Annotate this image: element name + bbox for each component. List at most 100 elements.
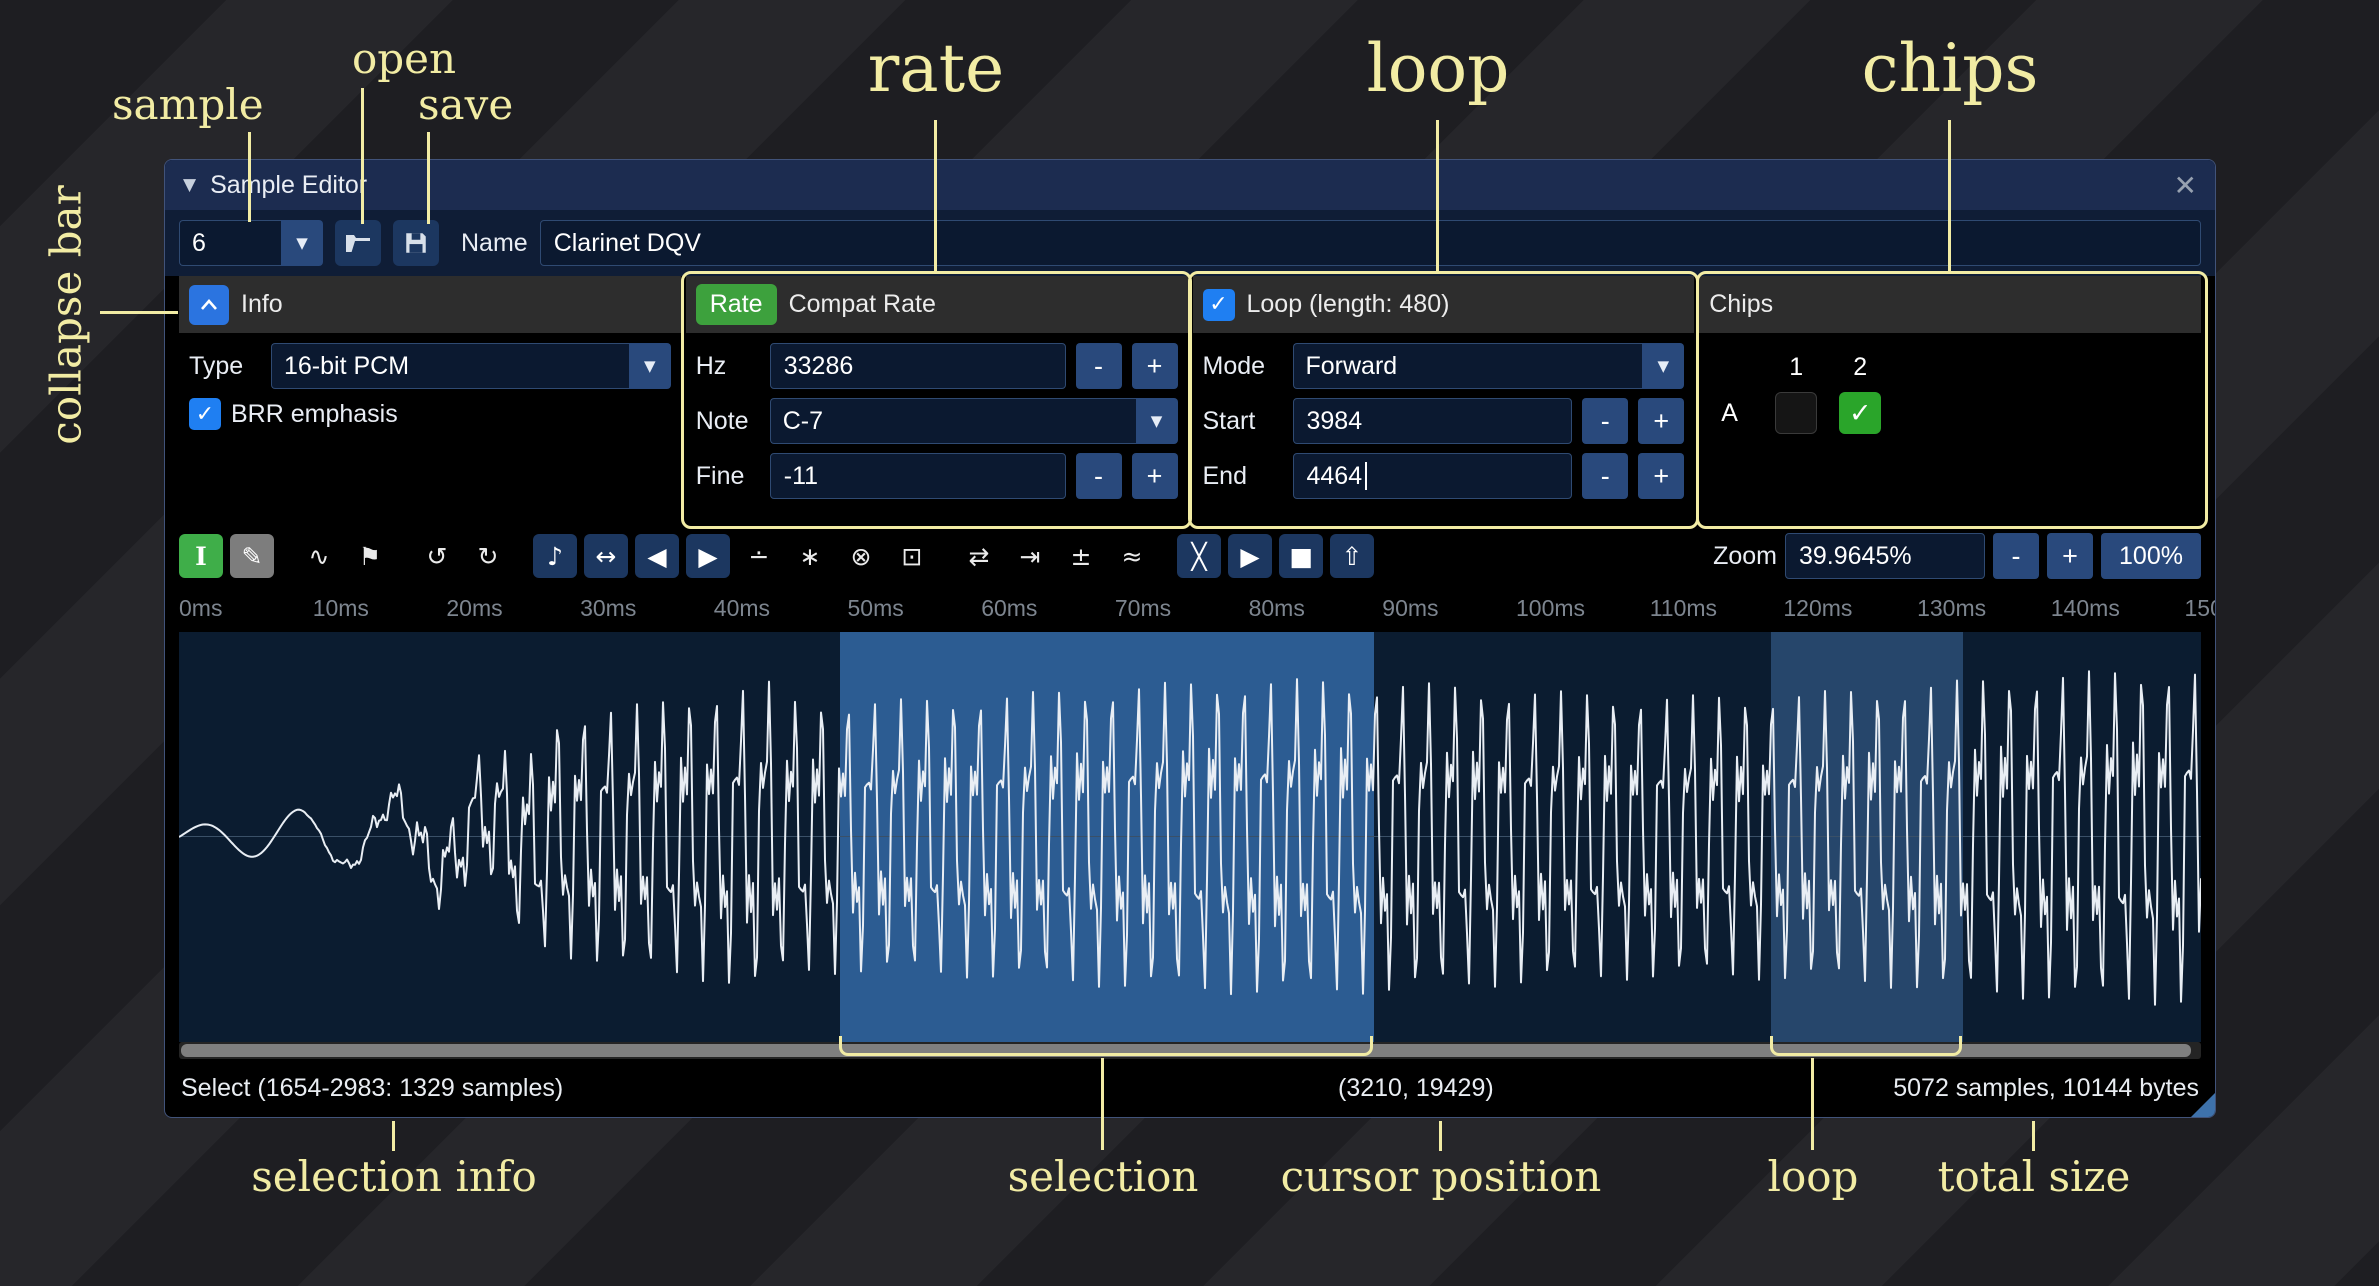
chevron-down-icon[interactable]: ▼ bbox=[1642, 343, 1684, 389]
annotation-selection-label: selection bbox=[1008, 1152, 1199, 1201]
ruler-label: 40ms bbox=[714, 595, 770, 622]
fine-decrement-button[interactable]: - bbox=[1076, 453, 1122, 499]
total-size-text: 5072 samples, 10144 bytes bbox=[1893, 1074, 2199, 1103]
loop-end-increment-button[interactable]: + bbox=[1638, 453, 1684, 499]
create-wavetable-button[interactable]: ⚑ bbox=[348, 534, 392, 578]
hz-decrement-button[interactable]: - bbox=[1076, 343, 1122, 389]
check-icon: ✓ bbox=[1849, 398, 1872, 429]
filter-button[interactable]: ≈ bbox=[1110, 534, 1154, 578]
type-select[interactable]: 16-bit PCM ▼ bbox=[271, 343, 671, 389]
amplify-button[interactable]: ♪ bbox=[533, 534, 577, 578]
loop-end-input[interactable]: 4464 bbox=[1293, 453, 1573, 499]
titlebar[interactable]: ▼ Sample Editor ✕ bbox=[165, 160, 2215, 210]
redo-button[interactable]: ↻ bbox=[466, 534, 510, 578]
rate-header-label: Compat Rate bbox=[789, 290, 936, 319]
loop-start-increment-button[interactable]: + bbox=[1638, 398, 1684, 444]
brr-emphasis-checkbox[interactable]: ✓ bbox=[189, 398, 221, 430]
preview-button[interactable]: ▶ bbox=[1228, 534, 1272, 578]
check-icon: ✓ bbox=[1209, 292, 1227, 317]
zoom-reset-button[interactable]: 100% bbox=[2101, 533, 2201, 579]
annotation-loop-label: loop bbox=[1367, 30, 1510, 107]
reverse-button[interactable]: ◀ bbox=[635, 534, 679, 578]
open-button[interactable] bbox=[335, 220, 381, 266]
crossfade-button[interactable]: ╳ bbox=[1177, 534, 1221, 578]
loop-mode-value: Forward bbox=[1293, 343, 1643, 389]
name-input[interactable]: Clarinet DQV bbox=[540, 220, 2201, 266]
save-button[interactable] bbox=[393, 220, 439, 266]
chevron-down-icon[interactable]: ▼ bbox=[629, 343, 671, 389]
chevron-down-icon[interactable]: ▼ bbox=[1136, 398, 1178, 444]
chip-a2-checkbox[interactable]: ✓ bbox=[1839, 392, 1881, 434]
rate-button[interactable]: Rate bbox=[696, 284, 777, 325]
loop-end-label: End bbox=[1203, 462, 1283, 491]
folder-open-icon bbox=[344, 231, 372, 255]
undo-button[interactable]: ↺ bbox=[415, 534, 459, 578]
hz-value: 33286 bbox=[784, 352, 854, 381]
create-wave-button[interactable]: ⇧ bbox=[1330, 534, 1374, 578]
annotation-selection-info-label: selection info bbox=[251, 1152, 537, 1201]
insert-button[interactable]: ⇥ bbox=[1008, 534, 1052, 578]
draw-tool-button[interactable]: ✎ bbox=[230, 534, 274, 578]
window-collapse-icon[interactable]: ▼ bbox=[183, 175, 196, 195]
annotation-cursor-position-line bbox=[1439, 1121, 1442, 1151]
loop-enable-checkbox[interactable]: ✓ bbox=[1203, 289, 1235, 321]
hz-increment-button[interactable]: + bbox=[1132, 343, 1178, 389]
annotation-chips-line bbox=[1948, 120, 1951, 271]
fine-value: -11 bbox=[784, 462, 818, 491]
note-select[interactable]: C-7 ▼ bbox=[770, 398, 1178, 444]
chevron-down-icon[interactable]: ▼ bbox=[281, 220, 323, 266]
zoom-value-input[interactable]: 39.9645% bbox=[1785, 533, 1985, 579]
mix-paste-button[interactable]: ± bbox=[1059, 534, 1103, 578]
ruler-label: 100ms bbox=[1516, 595, 1585, 622]
ruler-label: 110ms bbox=[1650, 595, 1717, 622]
scrollbar-thumb[interactable] bbox=[181, 1044, 2191, 1057]
annotation-loop-marker-line bbox=[1811, 1058, 1814, 1150]
zoom-in-button[interactable]: + bbox=[2047, 533, 2093, 579]
loop-mode-select[interactable]: Forward ▼ bbox=[1293, 343, 1685, 389]
type-label: Type bbox=[189, 352, 261, 381]
loop-start-decrement-button[interactable]: - bbox=[1582, 398, 1628, 444]
resize-grip[interactable] bbox=[2191, 1093, 2215, 1117]
text-cursor bbox=[1365, 462, 1367, 490]
close-icon[interactable]: ✕ bbox=[2174, 169, 2197, 202]
loop-end-decrement-button[interactable]: - bbox=[1582, 453, 1628, 499]
zoom-out-button[interactable]: - bbox=[1993, 533, 2039, 579]
collapse-info-button[interactable] bbox=[189, 285, 229, 325]
loop-start-input[interactable]: 3984 bbox=[1293, 398, 1573, 444]
type-value: 16-bit PCM bbox=[271, 343, 629, 389]
annotation-cursor-position-label: cursor position bbox=[1281, 1152, 1602, 1201]
fine-increment-button[interactable]: + bbox=[1132, 453, 1178, 499]
name-label: Name bbox=[461, 229, 528, 258]
chevron-up-icon bbox=[199, 298, 219, 311]
ruler-label: 60ms bbox=[981, 595, 1037, 622]
delete-button[interactable]: ⊗ bbox=[839, 534, 883, 578]
select-tool-button[interactable]: I bbox=[179, 534, 223, 578]
time-ruler: 0ms10ms20ms30ms40ms50ms60ms70ms80ms90ms1… bbox=[165, 586, 2215, 632]
annotation-total-size-line bbox=[2032, 1121, 2035, 1151]
ruler-label: 0ms bbox=[179, 595, 222, 622]
brr-emphasis-label: BRR emphasis bbox=[231, 400, 398, 429]
waveform-display[interactable] bbox=[179, 632, 2201, 1042]
hz-input[interactable]: 33286 bbox=[770, 343, 1066, 389]
annotation-open-line bbox=[361, 88, 364, 224]
trim-button[interactable]: ⊡ bbox=[890, 534, 934, 578]
ruler-label: 80ms bbox=[1249, 595, 1305, 622]
fade-in-button[interactable]: ∸ bbox=[737, 534, 781, 578]
fine-input[interactable]: -11 bbox=[770, 453, 1066, 499]
stop-preview-button[interactable]: ■ bbox=[1279, 534, 1323, 578]
chip-a1-checkbox[interactable] bbox=[1775, 392, 1817, 434]
flip-button[interactable]: ⇄ bbox=[957, 534, 1001, 578]
sample-number-value: 6 bbox=[179, 220, 281, 266]
note-label: Note bbox=[696, 407, 760, 436]
sample-number-select[interactable]: 6 ▼ bbox=[179, 220, 323, 266]
loop-mode-label: Mode bbox=[1203, 352, 1283, 381]
invert-button[interactable]: ▶ bbox=[686, 534, 730, 578]
resize-button[interactable]: ↔ bbox=[584, 534, 628, 578]
horizontal-scrollbar[interactable] bbox=[179, 1042, 2201, 1059]
loop-start-label: Start bbox=[1203, 407, 1283, 436]
chips-header-label: Chips bbox=[1709, 290, 1773, 319]
resample-button[interactable]: ∿ bbox=[297, 534, 341, 578]
rate-header-bar: Rate Compat Rate bbox=[686, 276, 1188, 333]
cursor-position-text: (3210, 19429) bbox=[1338, 1074, 1494, 1103]
apply-silence-button[interactable]: ∗ bbox=[788, 534, 832, 578]
